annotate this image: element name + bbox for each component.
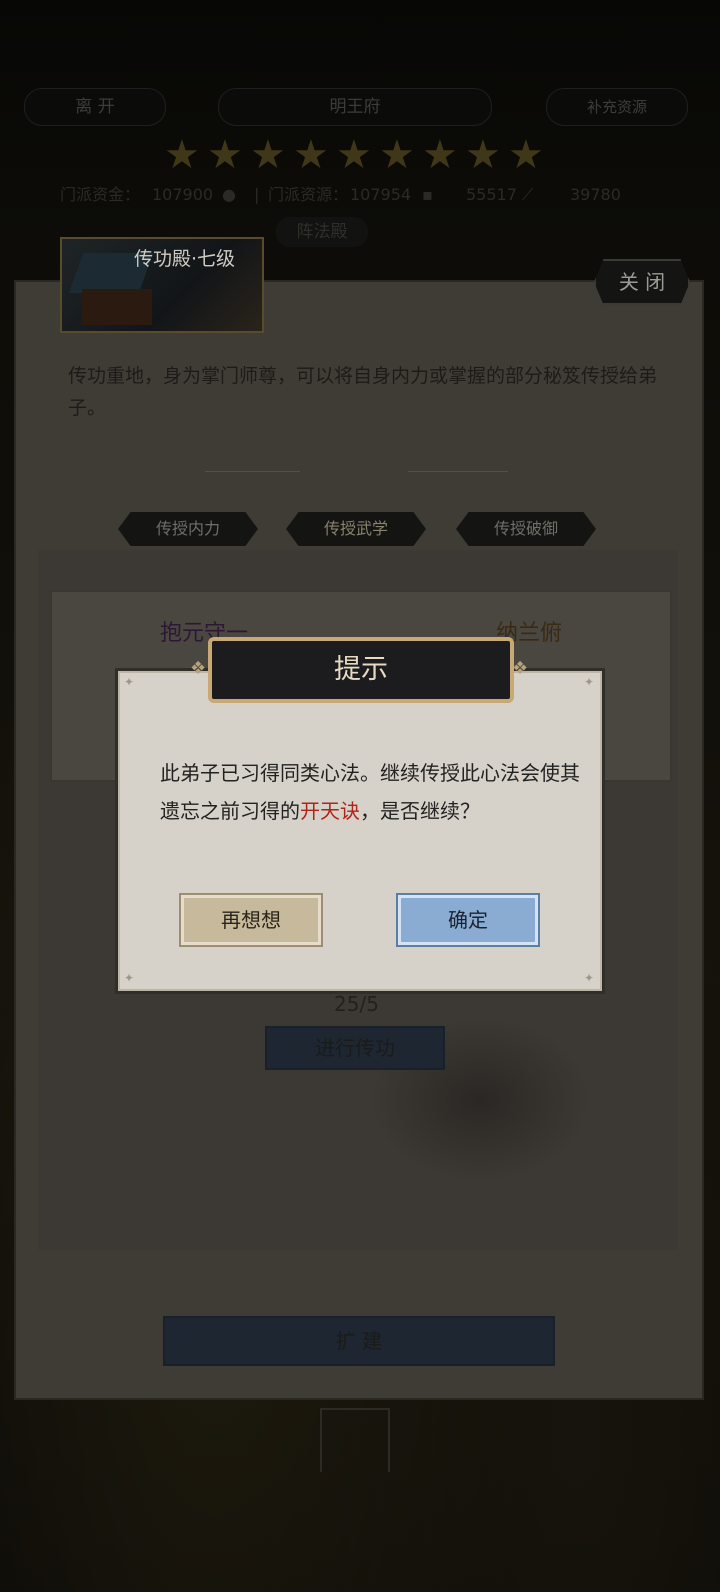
tab-transfer-break-defense[interactable]: 传授破御 <box>456 512 596 546</box>
corner-ornament: ✦ <box>124 971 135 985</box>
sect-stats: 门派资金： 107900 ● | 门派资源： 107954 ▪ 55517 ⟋ … <box>0 180 720 210</box>
gate-emblem <box>320 1408 390 1472</box>
close-button[interactable]: 关 闭 <box>594 259 690 305</box>
divider-right <box>408 471 508 472</box>
funds-label: 门派资金： <box>60 185 141 204</box>
scroll-icon: ▪ <box>422 185 433 204</box>
funds-value: 107900 <box>152 185 214 204</box>
sword-icon: ⟋ <box>522 185 534 204</box>
hall-description: 传功重地，身为掌门师尊，可以将自身内力或掌握的部分秘笈传授给弟子。 <box>68 365 658 419</box>
resources-value: 107954 <box>350 185 412 204</box>
sect-name-label: 明王府 <box>218 88 492 126</box>
formation-hall-tag[interactable]: 阵法殿 <box>276 217 368 247</box>
resources-label: 门派资源： <box>268 185 349 204</box>
expand-button[interactable]: 扩 建 <box>163 1316 555 1366</box>
message-highlight-skill: 开天诀 <box>300 799 360 823</box>
corner-ornament: ✦ <box>124 675 135 689</box>
title-ornament-left: ❖ <box>190 658 207 679</box>
hall-name: 传功殿·七级 <box>134 248 236 270</box>
star-rating: ★ ★ ★ ★ ★ ★ ★ ★ ★ <box>164 133 554 177</box>
dialog-message: 此弟子已习得同类心法。继续传授此心法会使其遗忘之前习得的开天诀，是否继续？ <box>160 754 580 830</box>
stats-divider: | <box>254 185 260 204</box>
title-ornament-right: ❖ <box>512 658 529 679</box>
reconsider-button[interactable]: 再想想 <box>179 893 323 947</box>
start-transfer-button[interactable]: 进行传功 <box>265 1026 445 1070</box>
tab-transfer-inner-power[interactable]: 传授内力 <box>118 512 258 546</box>
star-icon: ★ <box>207 132 243 178</box>
star-icon: ★ <box>465 132 501 178</box>
stat-value-4: 39780 <box>570 185 621 204</box>
message-text-end: ，是否继续？ <box>360 799 480 823</box>
divider-left <box>205 471 300 472</box>
corner-ornament: ✦ <box>584 971 595 985</box>
star-icon: ★ <box>336 132 372 178</box>
corner-ornament: ✦ <box>584 675 595 689</box>
confirm-button[interactable]: 确定 <box>396 893 540 947</box>
star-icon: ★ <box>422 132 458 178</box>
star-icon: ★ <box>164 132 200 178</box>
coin-icon: ● <box>222 185 236 204</box>
dialog-title: 提示 <box>208 637 514 703</box>
tab-transfer-martial-arts[interactable]: 传授武学 <box>286 512 426 546</box>
stat-value-3: 55517 <box>466 185 517 204</box>
supplement-resources-button[interactable]: 补充资源 <box>546 88 688 126</box>
star-icon: ★ <box>250 132 286 178</box>
hall-wall <box>82 289 152 325</box>
star-icon: ★ <box>293 132 329 178</box>
star-icon: ★ <box>508 132 544 178</box>
leave-button[interactable]: 离 开 <box>24 88 166 126</box>
transfer-count: 25/5 <box>334 992 379 1016</box>
star-icon: ★ <box>379 132 415 178</box>
